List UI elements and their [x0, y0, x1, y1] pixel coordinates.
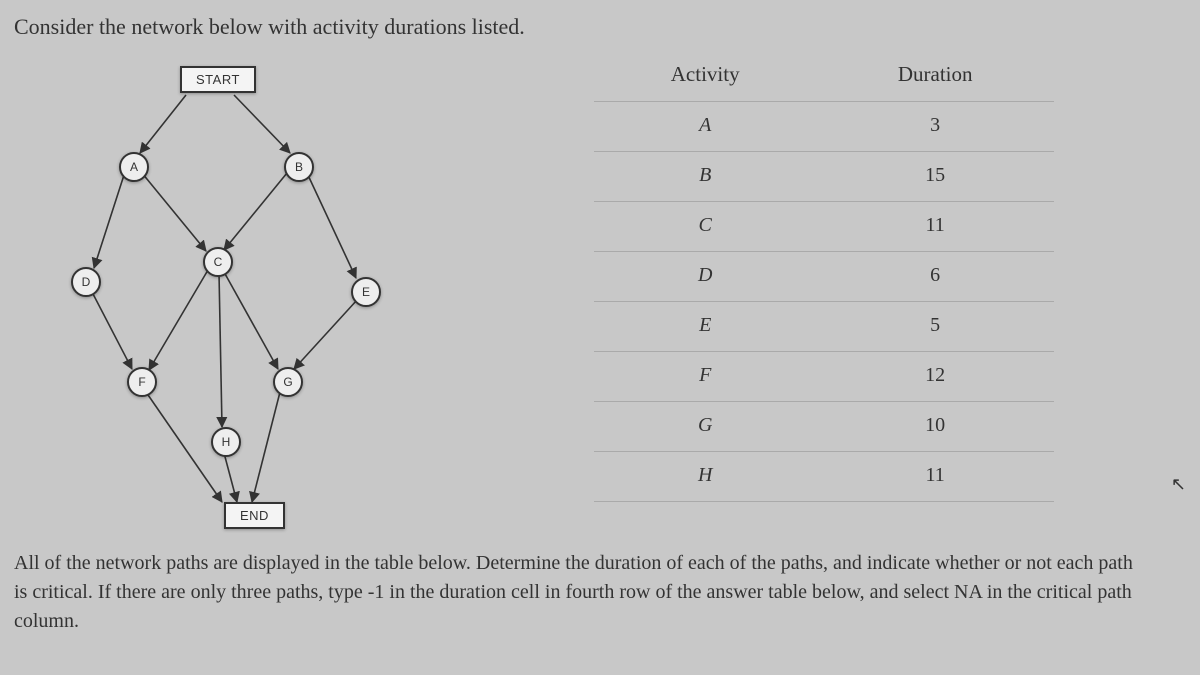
table-row: H11	[594, 452, 1054, 502]
network-diagram: START A B C D E F G H END	[24, 60, 454, 535]
node-a: A	[119, 152, 149, 182]
cursor-icon: ↖	[1171, 474, 1186, 495]
page-title: Consider the network below with activity…	[14, 8, 1186, 50]
duration-cell: 10	[816, 402, 1054, 452]
node-f: F	[127, 367, 157, 397]
node-h: H	[211, 427, 241, 457]
activity-cell: E	[594, 302, 816, 352]
node-c: C	[203, 247, 233, 277]
table-row: A3	[594, 102, 1054, 152]
table-row: B15	[594, 152, 1054, 202]
start-node: START	[180, 66, 256, 93]
table-row: C11	[594, 202, 1054, 252]
activity-cell: D	[594, 252, 816, 302]
duration-cell: 6	[816, 252, 1054, 302]
table-row: F12	[594, 352, 1054, 402]
duration-cell: 3	[816, 102, 1054, 152]
duration-cell: 11	[816, 452, 1054, 502]
duration-cell: 5	[816, 302, 1054, 352]
duration-table: Activity Duration A3 B15 C11 D6 E5 F12 G…	[594, 50, 1186, 535]
table-row: G10	[594, 402, 1054, 452]
activity-cell: F	[594, 352, 816, 402]
table-row: D6	[594, 252, 1054, 302]
table-row: E5	[594, 302, 1054, 352]
activity-cell: G	[594, 402, 816, 452]
duration-cell: 12	[816, 352, 1054, 402]
table-body: A3 B15 C11 D6 E5 F12 G10 H11	[594, 102, 1054, 502]
activity-cell: A	[594, 102, 816, 152]
duration-cell: 11	[816, 202, 1054, 252]
node-e: E	[351, 277, 381, 307]
activity-cell: C	[594, 202, 816, 252]
column-header-activity: Activity	[594, 50, 816, 102]
activity-cell: B	[594, 152, 816, 202]
node-b: B	[284, 152, 314, 182]
column-header-duration: Duration	[816, 50, 1054, 102]
activity-cell: H	[594, 452, 816, 502]
instructions-text: All of the network paths are displayed i…	[14, 535, 1134, 636]
duration-cell: 15	[816, 152, 1054, 202]
node-g: G	[273, 367, 303, 397]
end-node: END	[224, 502, 285, 529]
node-d: D	[71, 267, 101, 297]
